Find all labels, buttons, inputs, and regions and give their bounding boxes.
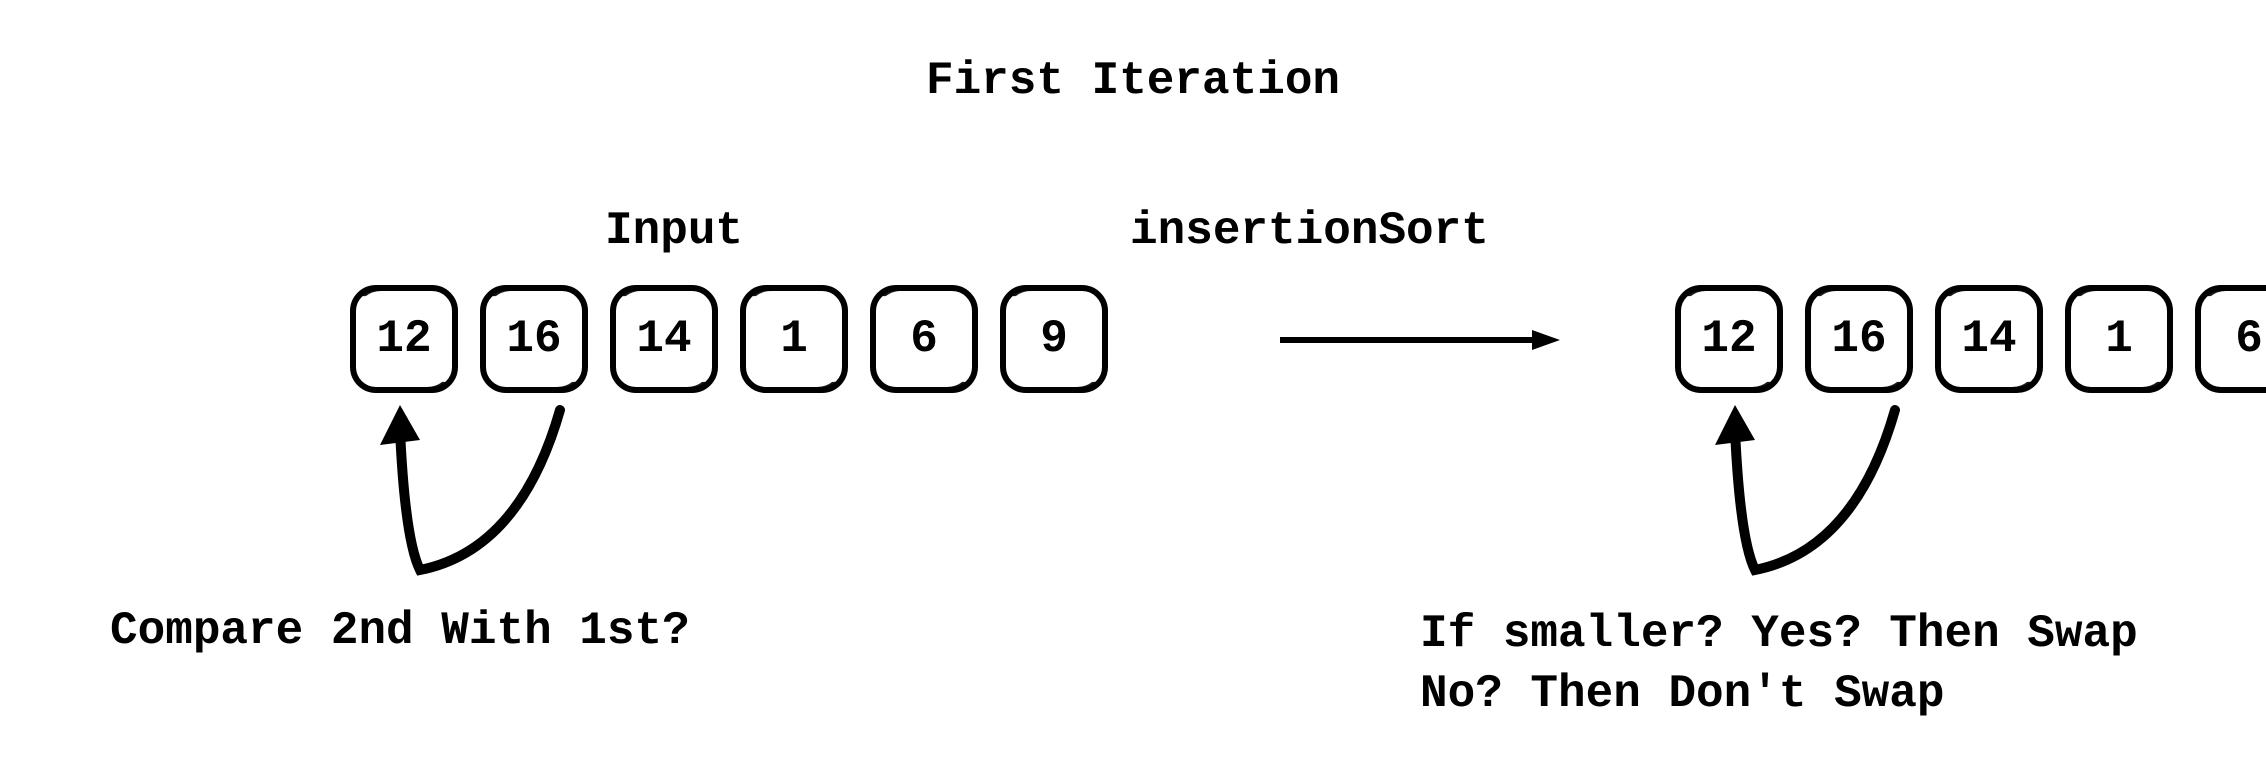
array-cell: 14	[1935, 285, 2043, 393]
array-cell: 14	[610, 285, 718, 393]
diagram-title: First Iteration	[926, 55, 1340, 107]
array-cell: 16	[480, 285, 588, 393]
array-cell: 12	[1675, 285, 1783, 393]
array-cell: 6	[870, 285, 978, 393]
array-cell: 1	[740, 285, 848, 393]
swap-caption-line2: No? Then Don't Swap	[1420, 668, 1945, 720]
input-array: 12 16 14 1 6 9	[350, 285, 1108, 393]
compare-caption: Compare 2nd With 1st?	[110, 605, 690, 657]
output-array: 12 16 14 1 6 9	[1675, 285, 2266, 393]
array-cell: 16	[1805, 285, 1913, 393]
swap-caption: If smaller? Yes? Then Swap No? Then Don'…	[1420, 605, 2138, 725]
swap-arrow-icon	[1695, 400, 1955, 600]
array-cell: 12	[350, 285, 458, 393]
compare-arrow-icon	[360, 400, 620, 600]
input-label: Input	[605, 205, 743, 257]
sort-label: insertionSort	[1130, 205, 1489, 257]
array-cell: 9	[1000, 285, 1108, 393]
arrow-right-icon	[1280, 330, 1560, 350]
array-cell: 6	[2195, 285, 2266, 393]
array-cell: 1	[2065, 285, 2173, 393]
swap-caption-line1: If smaller? Yes? Then Swap	[1420, 608, 2138, 660]
